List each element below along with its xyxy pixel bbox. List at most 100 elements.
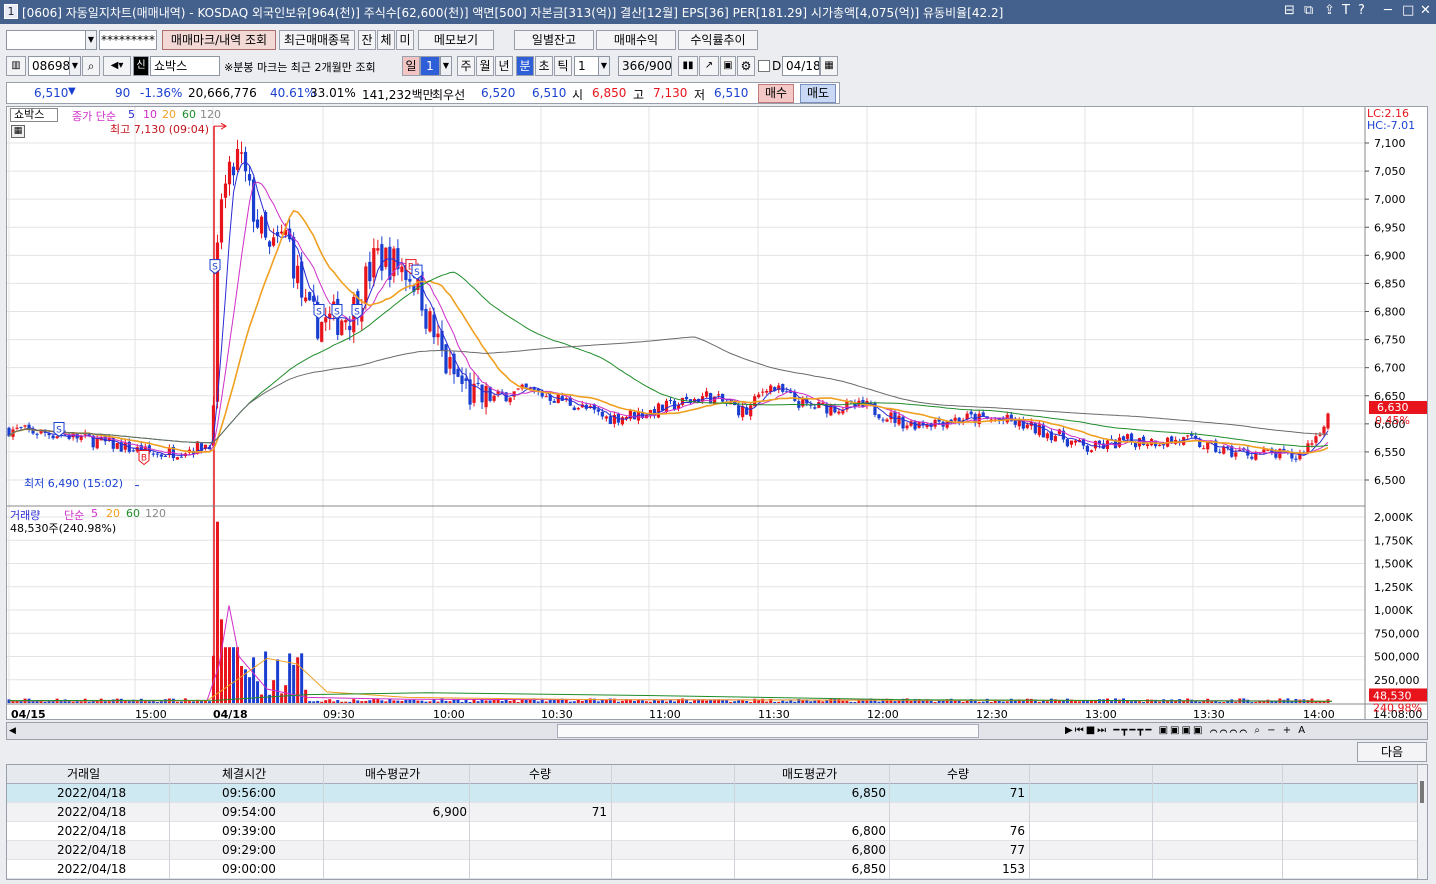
new-icon[interactable]: 신 [133,56,149,76]
scroll-thumb[interactable] [557,724,979,738]
volume-bar [376,698,380,703]
password-field[interactable]: ********* [99,30,157,50]
volume-bar [981,701,985,703]
daily-balance-button[interactable]: 일별잔고 [514,30,594,50]
gear-icon[interactable]: ⚙ [737,56,755,76]
period-minute[interactable]: 분 [516,56,534,76]
candle-body [219,199,224,243]
help-icon[interactable]: ? [1358,3,1365,18]
table-row[interactable]: 2022/04/18 09:54:00 6,900 71 [7,803,1417,822]
col-exec-time: 체결시간 [222,767,267,781]
period-dropdown-icon[interactable]: ▼ [440,56,452,76]
buy-button[interactable]: 매수 [758,84,794,103]
maximize-icon[interactable]: □ [1402,3,1414,18]
interval-input[interactable]: 1 [574,56,600,76]
cascade-icon[interactable]: ⧉ [1304,3,1313,18]
return-trend-button[interactable]: 수익률추이 [678,30,758,50]
recent-trades-button[interactable]: 최근매매종목 [279,30,355,50]
table-row[interactable]: 2022/04/18 09:56:00 6,850 71 [7,784,1417,803]
scroll-left-icon[interactable]: ◀ [9,724,21,738]
candle-body [1262,449,1266,453]
volume-bar [660,700,664,703]
candle-body [1121,436,1126,441]
best-label: 최우선 [432,88,466,102]
stock-name-field[interactable]: 쇼박스 [150,56,220,76]
candle-body [179,456,183,458]
chart-type-icon[interactable]: ▥ [6,56,26,76]
search-icon[interactable]: ⌕ [82,56,100,76]
price-tick-label: 6,950 [1374,221,1406,234]
zoom-controls-icon[interactable]: ▶⏮■⏭ ━┳━┳━ ▣▣▣▣ ⌒⌒⌒⌒ ⌕ − + A [1065,724,1423,738]
volume-bar [324,700,328,703]
volume-pct-label: 240.98% [1373,701,1422,714]
column-divider [1152,765,1153,879]
pin-icon[interactable]: ⇪ [1324,3,1335,18]
minimize-icon[interactable]: ─ [1384,3,1392,18]
sell-button[interactable]: 매도 [800,84,836,103]
volume-bar [849,701,853,703]
layout-icon[interactable]: ⊟ [1284,3,1295,18]
d-checkbox[interactable] [758,60,770,72]
account-dropdown-icon[interactable]: ▼ [85,30,97,50]
volume-bar [392,700,396,703]
volume-tick-label: 1,750K [1374,534,1413,547]
volume-bar [753,698,757,703]
candle-body [1145,444,1150,447]
unexecuted-button[interactable]: 미 [396,30,414,50]
candle-icon[interactable]: ▮▮ [678,56,698,76]
price-tick-label: 7,100 [1374,137,1406,150]
period-day[interactable]: 일 [402,56,420,76]
trade-mark-button[interactable]: 매매마크/내역 조회 [162,30,276,50]
volume-bar [31,701,35,703]
chart-legend-name[interactable]: 쇼박스 [10,108,58,122]
candle-body [340,320,344,336]
code-input[interactable]: 086980 [28,56,70,76]
executed-button[interactable]: 체 [377,30,395,50]
time-tick-label: 11:00 [649,708,681,719]
volume-bar [272,680,276,703]
calendar-icon[interactable]: ▦ [820,56,838,76]
font-icon[interactable]: T [1342,3,1350,18]
table-row[interactable]: 2022/04/18 09:00:00 6,850 153 [7,860,1417,879]
volume-bar [757,700,761,703]
period-tick[interactable]: 틱 [554,56,572,76]
volume-bar [929,700,933,703]
date-input[interactable]: 04/18 [782,56,820,76]
table-scroll-thumb[interactable] [1420,781,1424,803]
close-icon[interactable]: ✕ [1420,3,1431,18]
indicator-icon[interactable]: ↗ [699,56,719,76]
table-row[interactable]: 2022/04/18 09:29:00 6,800 77 [7,841,1417,860]
volume-bar [548,700,552,703]
volume-bar [260,694,264,703]
account-field[interactable] [6,30,86,50]
period-second[interactable]: 초 [535,56,553,76]
bar-count-field[interactable]: 366/900 [618,56,672,76]
candle-body [1065,439,1069,447]
period-year[interactable]: 년 [495,56,513,76]
period-value[interactable]: 1 [420,56,440,76]
table-scrollbar[interactable] [1417,765,1427,879]
save-icon[interactable]: ▣ [720,56,736,76]
volume-bar [223,647,227,703]
candle-body [231,166,236,176]
period-week[interactable]: 주 [457,56,475,76]
period-month[interactable]: 월 [476,56,494,76]
table-toggle-icon[interactable]: ▦ [11,125,25,138]
volume-bar [1089,701,1093,703]
candle-body [1318,434,1322,436]
code-dropdown-icon[interactable]: ▼ [69,56,81,76]
chart-scrollbar[interactable]: ◀ ▶⏮■⏭ ━┳━┳━ ▣▣▣▣ ⌒⌒⌒⌒ ⌕ − + A [6,722,1428,740]
balance-button[interactable]: 잔 [358,30,376,50]
interval-dropdown-icon[interactable]: ▼ [598,56,610,76]
candle-body [717,394,721,396]
sound-icon[interactable]: ◀▾ [103,56,131,76]
chart-canvas[interactable]: SBSS S SBS 04/15 15:00 04/18 09:30 10:00 10:30 1… [7,107,1427,721]
column-divider [1029,765,1030,879]
candle-body [151,453,155,455]
next-button[interactable]: 다음 [1357,742,1427,762]
candle-body [51,435,55,439]
candle-body [1170,436,1174,443]
memo-button[interactable]: 메모보기 [418,30,494,50]
table-row[interactable]: 2022/04/18 09:39:00 6,800 76 [7,822,1417,841]
trade-profit-button[interactable]: 매매수익 [596,30,676,50]
